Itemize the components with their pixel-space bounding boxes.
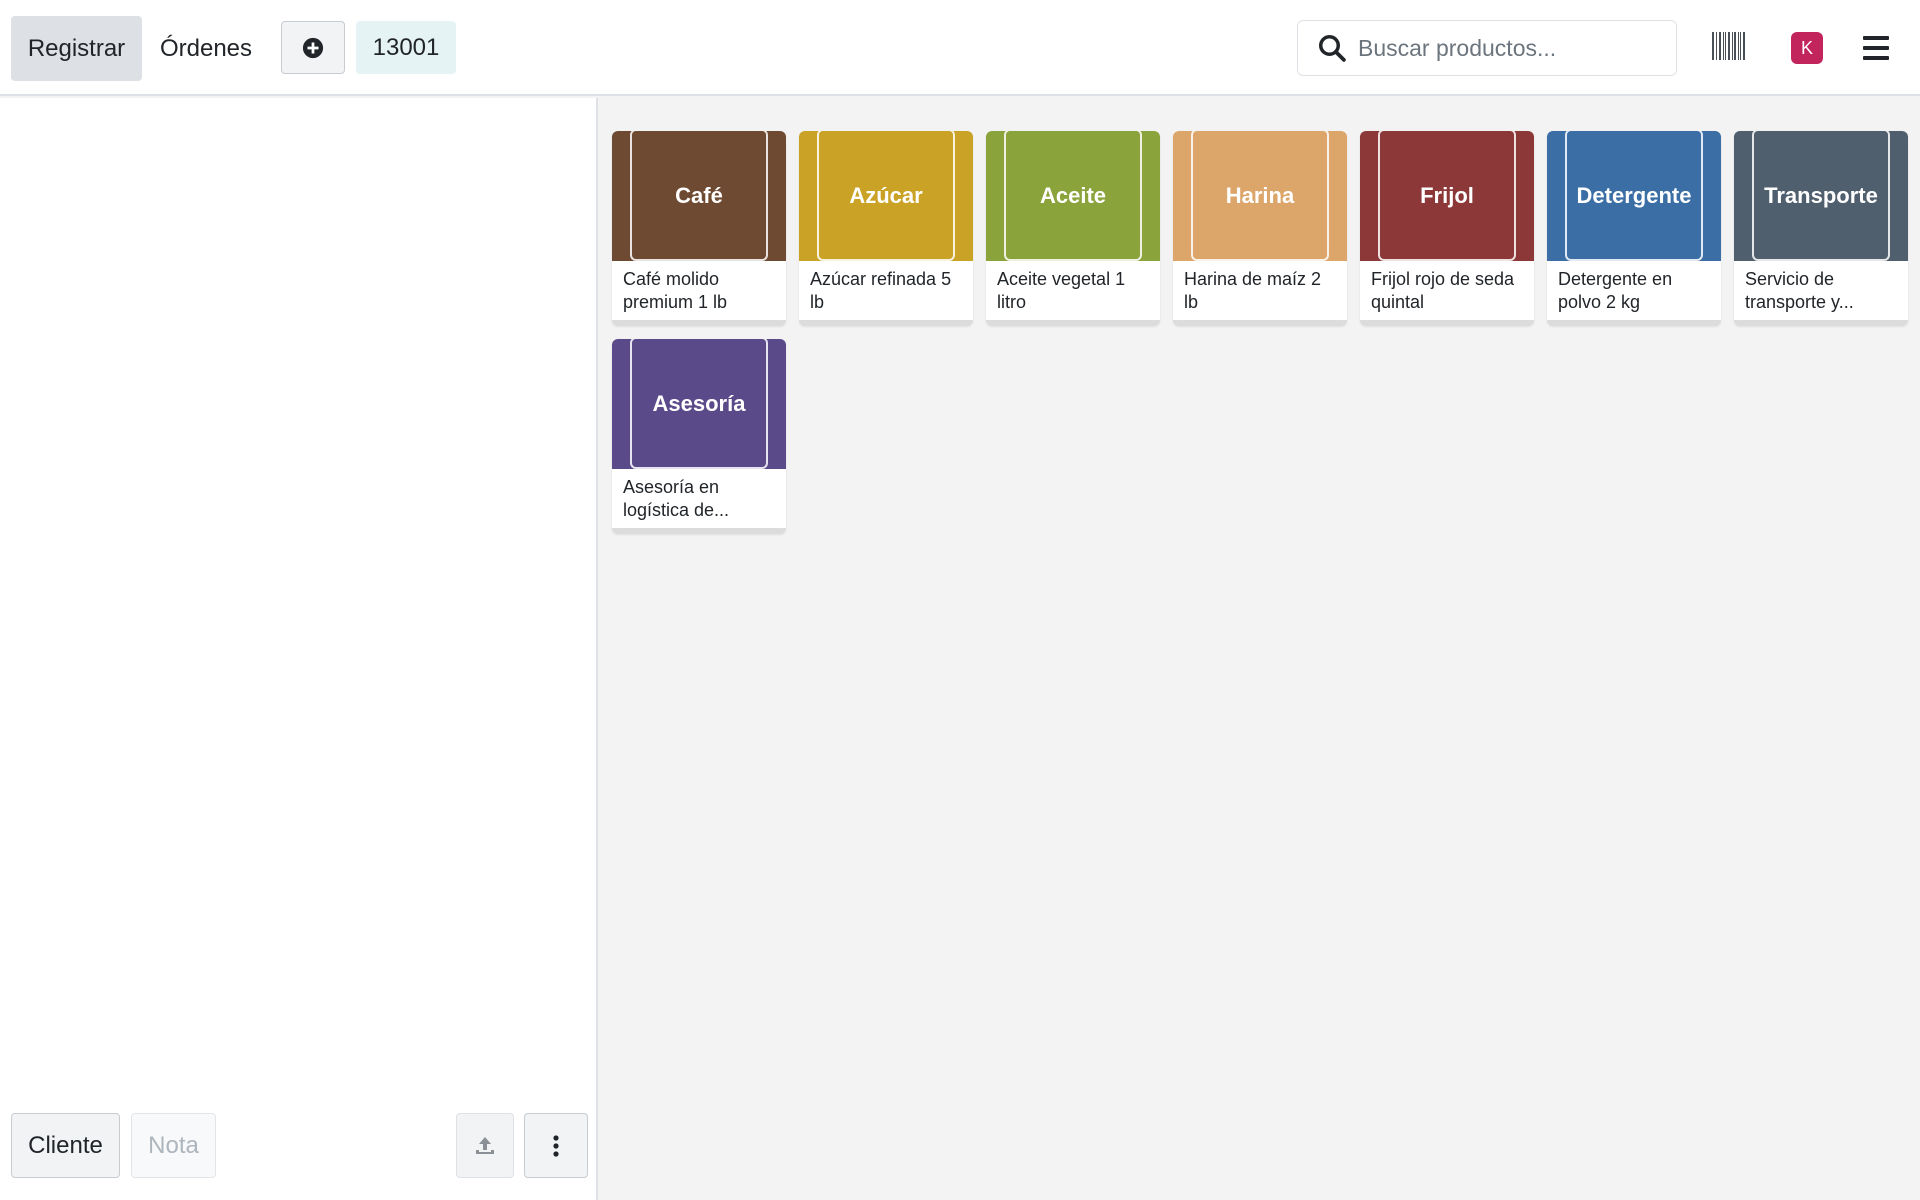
product-image: Azúcar bbox=[799, 131, 973, 261]
product-image: Transporte bbox=[1734, 131, 1908, 261]
order-tab[interactable]: 13001 bbox=[356, 21, 456, 74]
product-card[interactable]: Café Café molido premium 1 lb bbox=[612, 131, 786, 326]
product-image: Detergente bbox=[1547, 131, 1721, 261]
search-icon bbox=[1316, 32, 1348, 64]
new-order-button[interactable] bbox=[281, 21, 345, 74]
product-image: Café bbox=[612, 131, 786, 261]
product-grid: Café Café molido premium 1 lb Azúcar Azú… bbox=[612, 131, 1908, 534]
upload-icon bbox=[476, 1136, 494, 1154]
customer-button[interactable]: Cliente bbox=[11, 1113, 120, 1178]
product-image: Frijol bbox=[1360, 131, 1534, 261]
more-options-button[interactable] bbox=[524, 1113, 588, 1178]
top-bar: Registrar Órdenes 13001 K bbox=[0, 0, 1920, 96]
product-name: Asesoría en logística de... bbox=[623, 477, 730, 520]
note-button[interactable]: Nota bbox=[131, 1113, 216, 1178]
product-image: Asesoría bbox=[612, 339, 786, 469]
register-button[interactable]: Registrar bbox=[11, 16, 142, 81]
hamburger-menu-icon[interactable] bbox=[1863, 36, 1889, 60]
product-card[interactable]: Harina Harina de maíz 2 lb bbox=[1173, 131, 1347, 326]
product-card[interactable]: Aceite Aceite vegetal 1 litro bbox=[986, 131, 1160, 326]
product-name: Servicio de transporte y... bbox=[1745, 269, 1854, 312]
upload-button[interactable] bbox=[456, 1113, 514, 1178]
vertical-ellipsis-icon bbox=[553, 1134, 559, 1157]
search-box[interactable] bbox=[1297, 20, 1677, 76]
avatar[interactable]: K bbox=[1791, 32, 1823, 64]
product-name: Detergente en polvo 2 kg bbox=[1558, 269, 1673, 312]
product-image: Aceite bbox=[986, 131, 1160, 261]
product-card[interactable]: Detergente Detergente en polvo 2 kg bbox=[1547, 131, 1721, 326]
plus-circle-icon bbox=[302, 37, 324, 58]
product-image: Harina bbox=[1173, 131, 1347, 261]
product-card[interactable]: Transporte Servicio de transporte y... bbox=[1734, 131, 1908, 326]
product-name: Aceite vegetal 1 litro bbox=[997, 269, 1126, 312]
product-name: Harina de maíz 2 lb bbox=[1184, 269, 1322, 312]
orders-button[interactable]: Órdenes bbox=[148, 16, 264, 81]
search-input[interactable] bbox=[1358, 34, 1658, 62]
barcode-icon[interactable] bbox=[1712, 32, 1746, 60]
product-card[interactable]: Asesoría Asesoría en logística de... bbox=[612, 339, 786, 534]
order-pane bbox=[0, 98, 598, 1200]
product-card[interactable]: Frijol Frijol rojo de seda quintal bbox=[1360, 131, 1534, 326]
product-name: Frijol rojo de seda quintal bbox=[1371, 269, 1515, 312]
product-name: Azúcar refinada 5 lb bbox=[810, 269, 952, 312]
product-card[interactable]: Azúcar Azúcar refinada 5 lb bbox=[799, 131, 973, 326]
product-name: Café molido premium 1 lb bbox=[623, 269, 728, 312]
